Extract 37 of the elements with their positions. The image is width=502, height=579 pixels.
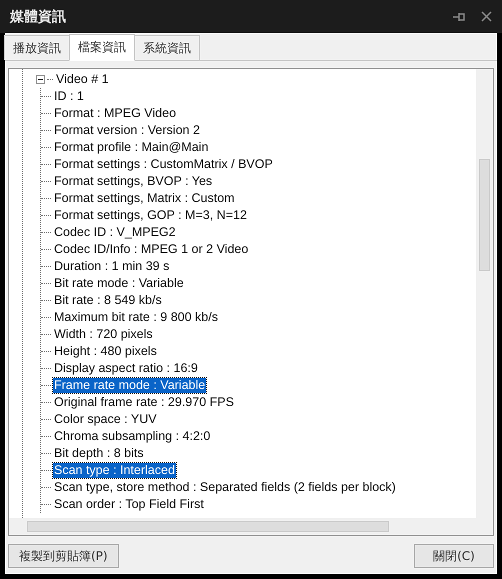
tree-item[interactable]: Scan type, store method : Separated fields (2 fields per block) [53, 480, 397, 495]
tree-item[interactable]: Codec ID/Info : MPEG 1 or 2 Video [53, 242, 250, 257]
tree-item[interactable]: Chroma subsampling : 4:2:0 [53, 429, 212, 444]
close-icon[interactable] [481, 11, 492, 22]
tab[interactable]: 檔案資訊 [69, 34, 135, 61]
tree-item[interactable]: Bit rate : 8 549 kb/s [53, 293, 163, 308]
tree-item[interactable]: Format : MPEG Video [53, 106, 178, 121]
tree-item[interactable]: Bit rate mode : Variable [53, 276, 185, 291]
tree-item[interactable]: Scan order : Top Field First [53, 497, 205, 512]
tree-item[interactable]: Frame rate mode : Variable [53, 378, 206, 393]
tree-item[interactable]: Format version : Version 2 [53, 123, 201, 138]
tree-item[interactable]: Maximum bit rate : 9 800 kb/s [53, 310, 219, 325]
tree-item[interactable]: Video # 1 [55, 72, 110, 87]
tree-item[interactable]: Format settings, BVOP : Yes [53, 174, 214, 189]
window-title: 媒體資訊 [10, 8, 67, 26]
tree-item[interactable]: ID : 1 [53, 89, 85, 104]
tab[interactable]: 播放資訊 [4, 35, 70, 60]
tree-item[interactable]: Scan type : Interlaced [53, 463, 176, 478]
tree-item[interactable]: Duration : 1 min 39 s [53, 259, 170, 274]
collapse-icon[interactable] [36, 75, 45, 84]
tree-item[interactable]: Height : 480 pixels [53, 344, 158, 359]
dialog-button[interactable]: 複製到剪貼簿(P) [8, 544, 119, 568]
vertical-scrollbar[interactable] [476, 69, 493, 518]
tree-item[interactable]: Original frame rate : 29.970 FPS [53, 395, 235, 410]
tree-item[interactable]: Display aspect ratio : 16:9 [53, 361, 199, 376]
pin-icon[interactable] [453, 12, 467, 22]
tree-item[interactable]: Color space : YUV [53, 412, 158, 427]
tab[interactable]: 系統資訊 [134, 35, 200, 60]
dialog-button[interactable]: 關閉(C) [414, 544, 494, 568]
tree-item[interactable]: Format profile : Main@Main [53, 140, 210, 155]
tree-item[interactable]: Format settings : CustomMatrix / BVOP [53, 157, 274, 172]
tree-item[interactable]: Format settings, GOP : M=3, N=12 [53, 208, 248, 223]
tree-item[interactable]: Width : 720 pixels [53, 327, 154, 342]
tree-item[interactable]: Format settings, Matrix : Custom [53, 191, 236, 206]
tree-item[interactable]: Codec ID : V_MPEG2 [53, 225, 177, 240]
tree-item[interactable]: Bit depth : 8 bits [53, 446, 145, 461]
horizontal-scrollbar[interactable] [9, 518, 493, 535]
